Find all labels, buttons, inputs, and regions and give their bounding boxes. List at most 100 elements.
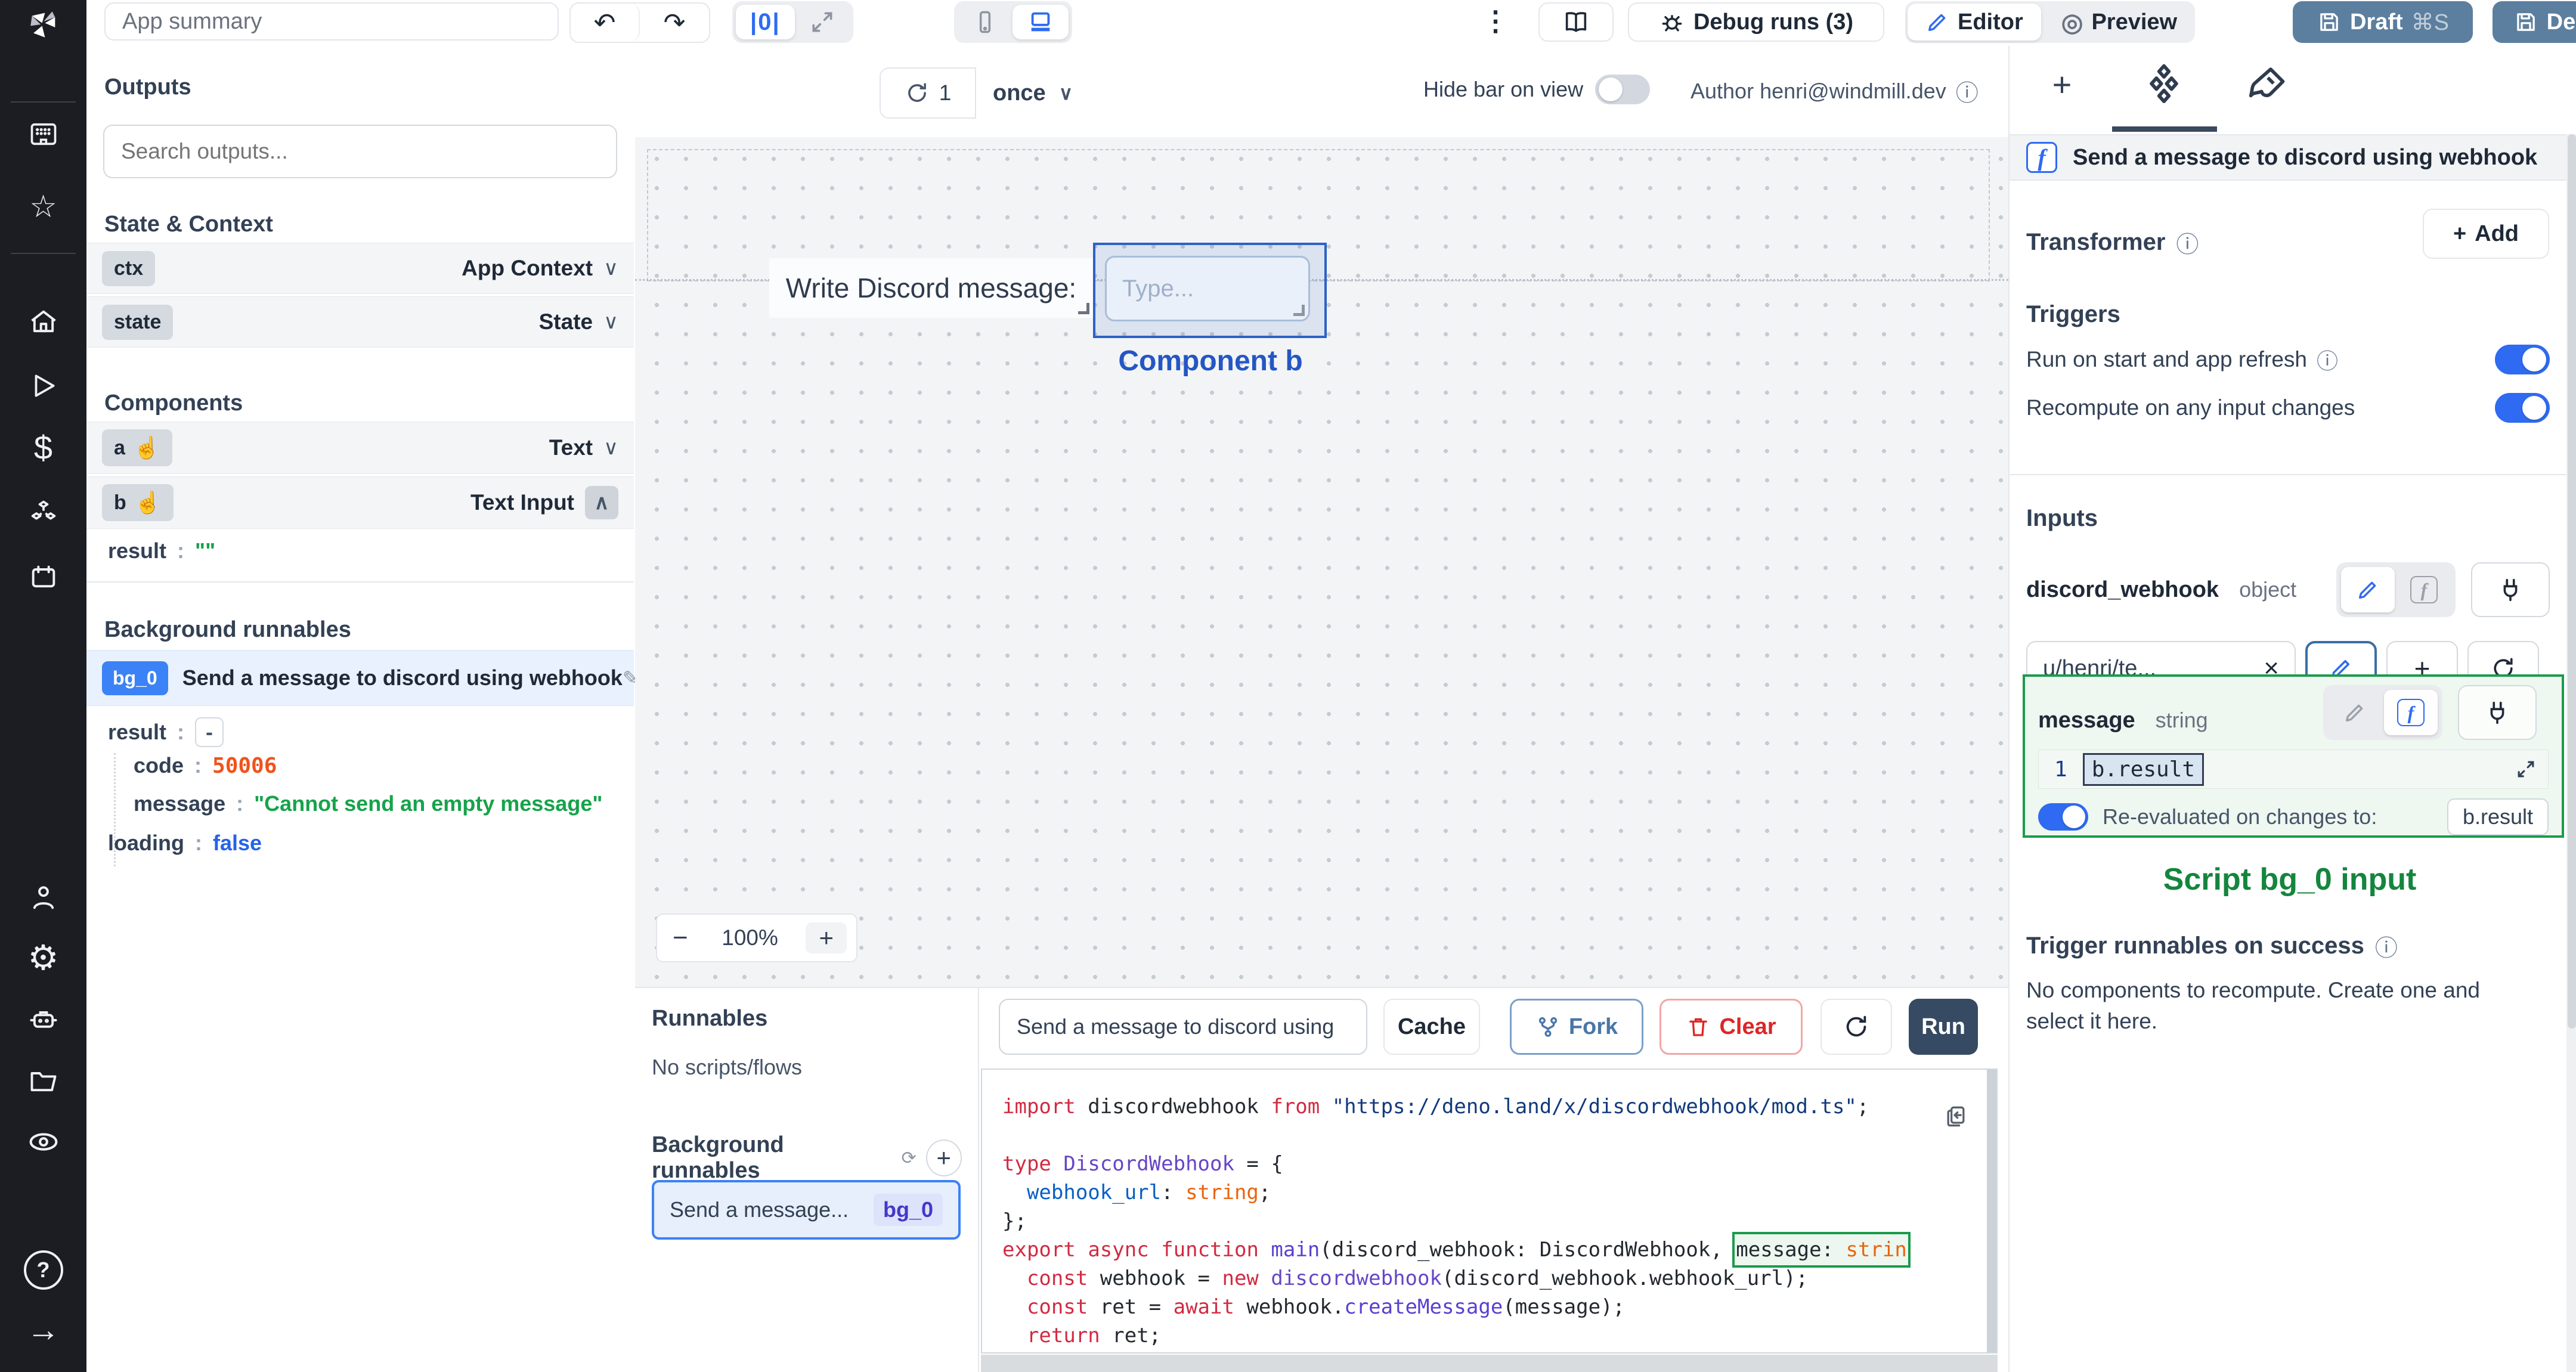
home-icon[interactable] (0, 301, 86, 343)
tab-styling[interactable] (2243, 63, 2289, 108)
desktop-view-button[interactable] (1013, 5, 1069, 39)
discord-webhook-name: discord_webhook (2026, 577, 2219, 602)
b-result-row[interactable]: result: "" (108, 538, 215, 563)
zoom-in-button[interactable]: + (806, 922, 847, 953)
hand-pointer-icon: ☝ (133, 435, 160, 460)
tab-settings[interactable] (2140, 60, 2188, 109)
redo-button[interactable]: ↷ (640, 4, 709, 42)
code-vertical-scrollbar[interactable] (1987, 1070, 1996, 1352)
app-summary-input[interactable] (104, 2, 559, 41)
run-on-start-toggle[interactable] (2495, 345, 2550, 374)
reeval-toggle[interactable] (2038, 803, 2088, 831)
help-icon[interactable]: ? (0, 1249, 86, 1291)
add-transformer-button[interactable]: + Add (2423, 209, 2549, 259)
deploy-button[interactable]: Deploy (2493, 1, 2576, 43)
ctx-row[interactable]: ctx App Context ∨ (86, 243, 634, 294)
hide-bar-toggle[interactable] (1595, 75, 1651, 104)
component-a-row[interactable]: a ☝ Text ∨ (86, 422, 634, 474)
users-icon[interactable] (0, 877, 86, 918)
connect-input-button[interactable] (2458, 685, 2537, 740)
component-b-row[interactable]: b ☝ Text Input ∧ (86, 476, 634, 529)
recompute-on-change-toggle[interactable] (2495, 393, 2550, 423)
eval-mode-button[interactable]: f (2397, 567, 2451, 612)
expand-sidebar-icon[interactable]: → (0, 1309, 86, 1351)
fork-button[interactable]: Fork (1510, 999, 1643, 1055)
run-button[interactable]: Run (1909, 999, 1978, 1055)
kebab-menu-icon[interactable]: ⋮ (1482, 5, 1509, 37)
preview-icon: ◎ (2061, 8, 2083, 36)
cache-button[interactable]: Cache (1383, 999, 1480, 1055)
message-expr-value[interactable]: b.result (2082, 752, 2205, 786)
info-icon[interactable]: ⓘ (2176, 226, 2199, 259)
add-background-runnable-button[interactable]: + (925, 1139, 962, 1176)
resize-handle[interactable] (1078, 303, 1089, 314)
code-horizontal-scrollbar[interactable] (981, 1355, 1998, 1372)
info-icon[interactable]: ⓘ (2375, 930, 2398, 962)
workers-icon[interactable] (0, 999, 86, 1041)
bg0-loading-row[interactable]: loading: false (108, 831, 262, 856)
connect-input-button[interactable] (2471, 562, 2550, 617)
runs-icon[interactable] (0, 365, 86, 407)
trash-icon (1689, 1018, 1708, 1036)
static-mode-button[interactable] (2328, 690, 2382, 735)
runnable-item-badge: bg_0 (873, 1194, 943, 1226)
code-editor[interactable]: import discordwebhook from "https://deno… (981, 1069, 1998, 1354)
apps-icon[interactable] (0, 113, 86, 155)
clear-button[interactable]: Clear (1659, 999, 1803, 1055)
message-expr-editor[interactable]: 1 b.result (2038, 750, 2549, 789)
tab-preview[interactable]: ◎ Preview (2044, 1, 2195, 43)
static-mode-button[interactable] (2341, 567, 2395, 612)
runnables-empty-text: No scripts/flows (652, 1055, 803, 1079)
undo-button[interactable]: ↶ (571, 4, 640, 42)
search-outputs-input[interactable] (103, 125, 617, 178)
resize-handle[interactable] (1293, 305, 1305, 316)
redo-icon: ↷ (663, 8, 686, 38)
info-icon[interactable]: ⓘ (1956, 75, 1979, 107)
reeval-label: Re-evaluated on changes to: (2103, 804, 2377, 829)
script-name-input[interactable] (999, 999, 1367, 1055)
resources-icon[interactable] (0, 493, 86, 534)
zoom-out-button[interactable]: − (667, 923, 694, 953)
text-component-a[interactable]: Write Discord message: (769, 258, 1093, 318)
selected-component-b[interactable]: Type... (1093, 243, 1327, 338)
refresh-icon (908, 83, 926, 102)
bg0-result-row[interactable]: result: - (108, 717, 224, 747)
bg0-row[interactable]: bg_0 Send a message to discord using web… (86, 650, 639, 706)
schedules-icon[interactable] (0, 556, 86, 598)
recompute-mode-select[interactable]: once ∨ (993, 67, 1073, 119)
variables-icon[interactable]: $ (0, 427, 86, 469)
state-row[interactable]: state State ∨ (86, 296, 634, 348)
copy-code-icon[interactable] (1943, 1103, 1969, 1129)
bg0-code-row[interactable]: code: 50006 (134, 753, 277, 778)
folders-icon[interactable] (0, 1060, 86, 1102)
info-icon[interactable]: ⓘ (2317, 344, 2338, 375)
reeval-value-pill[interactable]: b.result (2447, 798, 2549, 835)
eval-mode-button[interactable]: f (2384, 690, 2438, 735)
scrollbar-thumb[interactable] (2568, 134, 2576, 1029)
docs-button[interactable] (1538, 2, 1614, 42)
mobile-view-button[interactable] (958, 5, 1013, 39)
canvas-grid[interactable]: Write Discord message: Type... Component… (635, 137, 2008, 987)
chevron-down-icon[interactable]: ∨ (603, 310, 618, 334)
align-components-button[interactable]: |0| (736, 5, 795, 39)
expand-grid-button[interactable] (795, 5, 850, 39)
settings-icon[interactable]: ⚙ (0, 937, 86, 979)
chevron-down-icon[interactable]: ∨ (603, 436, 618, 460)
bg0-message-row[interactable]: message: "Cannot send an empty message" (134, 791, 602, 816)
bg0-runnable-item[interactable]: Send a message... bg_0 (652, 1180, 961, 1240)
text-input-component[interactable]: Type... (1105, 256, 1310, 321)
right-panel-scrollbar[interactable] (2566, 134, 2576, 1372)
debug-runs-button[interactable]: Debug runs (3) (1628, 2, 1884, 42)
recompute-count-box[interactable]: 1 (880, 67, 976, 119)
collapse-toggle[interactable]: - (195, 717, 224, 747)
draft-button[interactable]: Draft ⌘S (2293, 1, 2473, 43)
chevron-down-icon[interactable]: ∨ (603, 256, 618, 280)
zoom-control: − 100% + (656, 913, 857, 962)
expand-editor-icon[interactable] (2515, 758, 2537, 781)
tab-insert[interactable]: + (2041, 63, 2083, 106)
favorites-icon[interactable]: ☆ (0, 186, 86, 228)
chevron-up-icon[interactable]: ∧ (585, 486, 618, 519)
audit-logs-icon[interactable] (0, 1121, 86, 1163)
refresh-script-button[interactable] (1820, 999, 1892, 1055)
tab-editor[interactable]: Editor (1908, 4, 2041, 41)
